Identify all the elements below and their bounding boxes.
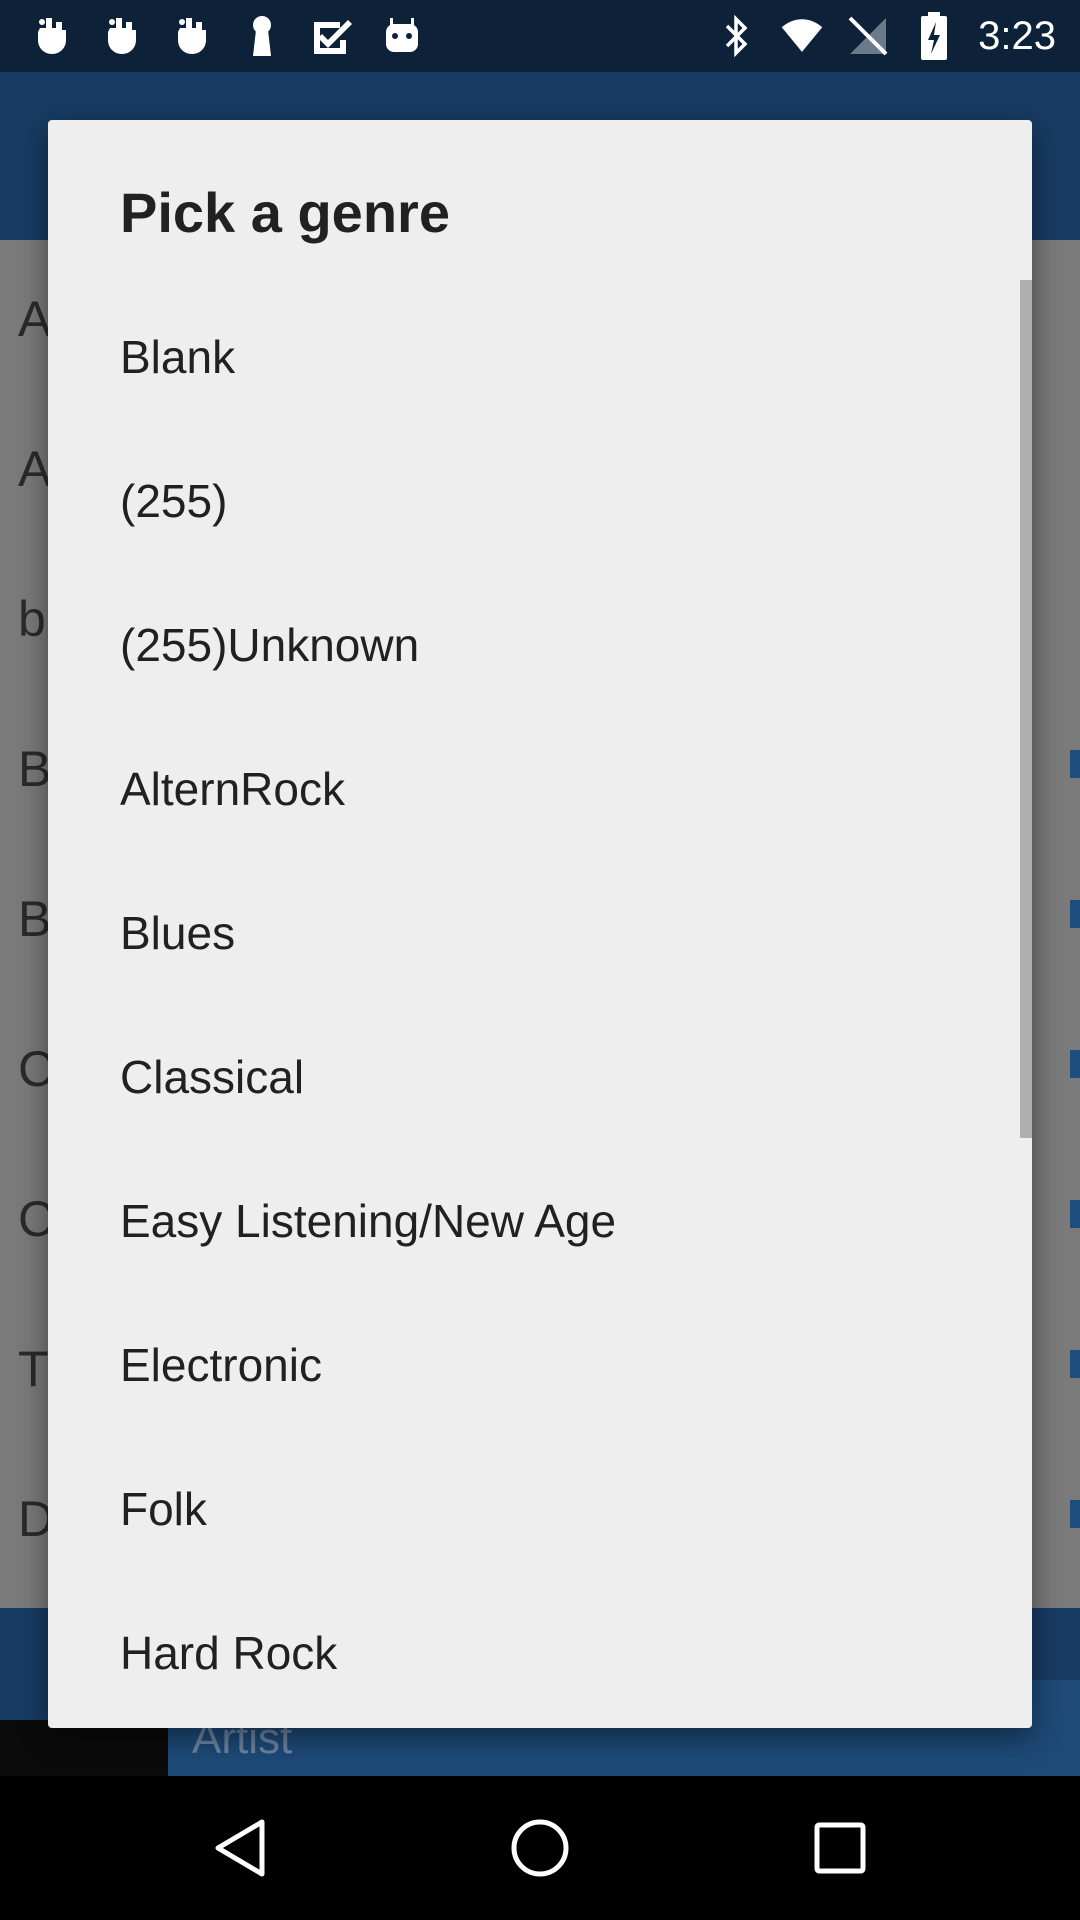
android-icon [380, 14, 424, 58]
list-item-letter: T [18, 1341, 49, 1397]
list-item-letter: b [18, 591, 46, 647]
hand-icon [170, 14, 214, 58]
navigation-bar [0, 1776, 1080, 1920]
status-bar: 3:23 [0, 0, 1080, 72]
bluetooth-icon [714, 14, 758, 58]
list-item-letter: A [18, 291, 52, 347]
list-item-letter: B [18, 741, 52, 797]
notification-icons [30, 10, 424, 62]
home-icon[interactable] [504, 1812, 576, 1884]
genre-item-classical[interactable]: Classical [48, 1000, 1032, 1144]
genre-item-255[interactable]: (255) [48, 424, 1032, 568]
back-icon[interactable] [204, 1812, 276, 1884]
clock: 3:23 [978, 13, 1056, 58]
footer-left-strip [0, 1720, 168, 1776]
wifi-icon [780, 14, 824, 58]
genre-item-255-unknown[interactable]: (255)Unknown [48, 568, 1032, 712]
genre-item-label: Blues [120, 907, 236, 959]
genre-item-blank[interactable]: Blank [48, 280, 1032, 424]
genre-list[interactable]: Blank (255) (255)Unknown AlternRock Blue… [48, 280, 1032, 1720]
genre-item-label: (255) [120, 475, 228, 527]
genre-item-folk[interactable]: Folk [48, 1432, 1032, 1576]
hand-icon [100, 14, 144, 58]
genre-item-label: Folk [120, 1483, 207, 1535]
genre-item-easy-listening[interactable]: Easy Listening/New Age [48, 1144, 1032, 1288]
system-icons: 3:23 [714, 10, 1056, 62]
genre-picker-dialog: Pick a genre Blank (255) (255)Unknown Al… [48, 120, 1032, 1728]
recents-icon[interactable] [804, 1812, 876, 1884]
list-item-letter: A [18, 441, 52, 497]
battery-charging-icon [912, 12, 956, 60]
genre-item-label: Easy Listening/New Age [120, 1195, 617, 1247]
dialog-title: Pick a genre [120, 181, 450, 244]
genre-item-electronic[interactable]: Electronic [48, 1288, 1032, 1432]
list-item-letter: B [18, 891, 52, 947]
genre-item-label: Blank [120, 331, 236, 383]
keyhole-icon [240, 14, 284, 58]
list-scrollbar[interactable] [1020, 280, 1032, 1138]
genre-item-blues[interactable]: Blues [48, 856, 1032, 1000]
no-signal-icon [846, 14, 890, 58]
genre-item-label: (255)Unknown [120, 619, 420, 671]
genre-item-label: AlternRock [120, 763, 345, 815]
genre-item-alternrock[interactable]: AlternRock [48, 712, 1032, 856]
genre-item-label: Electronic [120, 1339, 322, 1391]
genre-item-label: Hard Rock [120, 1627, 338, 1679]
genre-item-hard-rock[interactable]: Hard Rock [48, 1576, 1032, 1720]
genre-item-label: Classical [120, 1051, 305, 1103]
check-box-icon [310, 14, 354, 58]
hand-icon [30, 14, 74, 58]
